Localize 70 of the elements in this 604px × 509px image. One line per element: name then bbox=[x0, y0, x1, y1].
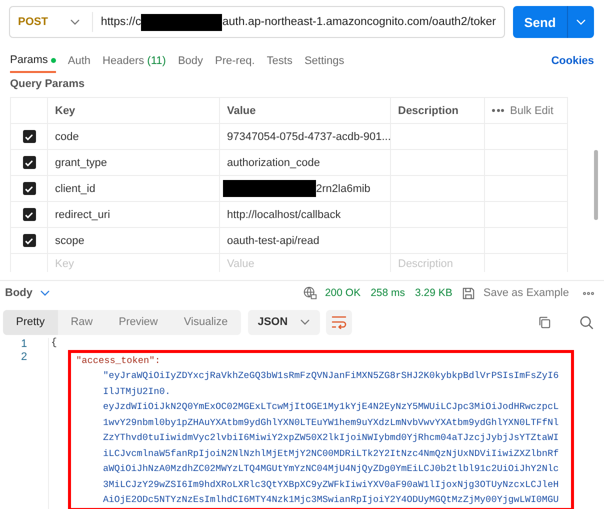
json-string: AiOjE2ODc5NTYzNzEsImlhdCI6MTY4Nzk1Mjc3MSwianRpIjoiY2Y4ODUyMGQtMzZjMy00YjgwLWI0MGU bbox=[102, 493, 559, 507]
json-string: 1wvY29nbml0by1pZHAuYXAtbm9ydGhlYXN0LTEuYW1hem9uYXdzLmNvbVwvYXAtbm9ydGhlYXN0LTFfNl bbox=[102, 416, 559, 430]
request-tab[interactable]: Headers (11) bbox=[102, 49, 166, 73]
section-title: Query Params bbox=[10, 78, 86, 90]
checkbox[interactable] bbox=[22, 234, 36, 247]
cookies-link[interactable]: Cookies bbox=[551, 55, 594, 67]
json-string: 3MiLCJzY29wZSI6Im9hdXRoLXRlc3QtYXBpXC9yZWFkIiwiYXV0aF90aW1lIjoxNjg3OTUyNzcxLCJleH bbox=[102, 478, 559, 492]
wrap-lines-button[interactable] bbox=[326, 310, 352, 334]
view-tab[interactable]: Pretty bbox=[3, 310, 58, 334]
table-cell: 2rn2la6mib bbox=[316, 182, 370, 194]
table-cell: authorization_code bbox=[227, 156, 320, 168]
column-header: Key bbox=[48, 98, 220, 123]
save-as-example-button[interactable]: Save as Example bbox=[483, 287, 569, 299]
checkbox[interactable] bbox=[22, 182, 36, 195]
json-string: ZzYThvd0tuIiwidmVyc2lvbiI6MiwiY2xpZW50X2lkIjoiNWIybmd0YjRhcm04aTJzcjJybjJsYTZtaWI bbox=[102, 431, 559, 445]
view-tab[interactable]: Visualize bbox=[170, 310, 241, 334]
table-cell: http://localhost/callback bbox=[227, 208, 341, 220]
send-button[interactable]: Send bbox=[513, 6, 567, 38]
line-number: 1 bbox=[21, 338, 28, 350]
url-field[interactable]: POST https://c auth.ap-northeast-1.amazoncognito.com/oauth2/toker bbox=[9, 6, 505, 38]
request-tab[interactable]: Tests bbox=[266, 49, 292, 73]
method-dropdown[interactable]: POST bbox=[18, 16, 80, 28]
bulk-edit-link[interactable]: Bulk Edit bbox=[510, 104, 554, 116]
request-tab[interactable]: Body bbox=[178, 49, 204, 73]
more-options-icon[interactable] bbox=[583, 292, 594, 294]
json-string: IlJTMjU2In0. bbox=[102, 384, 171, 398]
scrollbar-thumb[interactable] bbox=[594, 150, 598, 220]
more-options-icon[interactable] bbox=[492, 109, 504, 112]
request-tab[interactable]: Auth bbox=[68, 49, 91, 73]
request-tab[interactable]: Settings bbox=[304, 49, 344, 73]
json-string: aWQiOiJhNzA0MzdhZC02MWYzLTQ4MGUtYmYzNC04MjU4NjQyZDg0YmEiLCJ0b2tlbl91c2UiOiJhY2Nlc bbox=[102, 462, 559, 476]
request-tab[interactable]: Pre-req. bbox=[215, 49, 255, 73]
table-cell: grant_type bbox=[48, 150, 220, 175]
checkbox[interactable] bbox=[22, 156, 36, 169]
globe-lock-icon[interactable] bbox=[302, 286, 317, 300]
save-icon bbox=[462, 286, 476, 300]
json-string: iLCJvcmlnaW5fanRpIjoiN2NlNzhlMjEtMjY2NC00MDRiLTk2Y2ItNzc4NmQzNjUxNDViIiwiZXZlbnRf bbox=[102, 446, 559, 460]
checkbox[interactable] bbox=[22, 130, 36, 143]
response-time: 258 ms bbox=[370, 287, 406, 299]
table-cell: client_id bbox=[48, 176, 220, 201]
code-text: { bbox=[51, 338, 58, 350]
chevron-down-icon bbox=[576, 19, 586, 25]
response-body-dropdown[interactable]: Body bbox=[5, 287, 50, 299]
status-code: 200 OK bbox=[324, 287, 361, 299]
send-options-button[interactable] bbox=[567, 6, 594, 38]
chevron-down-icon bbox=[40, 290, 50, 296]
line-number: 2 bbox=[21, 351, 28, 363]
chevron-down-icon bbox=[300, 319, 310, 325]
view-tab[interactable]: Raw bbox=[58, 310, 106, 334]
table-cell: 97347054-075d-4737-acdb-901... bbox=[227, 130, 391, 142]
url-text: auth.ap-northeast-1.amazoncognito.com/oauth2/toker bbox=[222, 16, 496, 28]
table-cell: scope bbox=[48, 228, 220, 253]
json-string: eyJzdWIiOiJkN2Q0YmExOC02MGExLTcwMjItOGE1My1kYjE4N2EyNzY5MWUiLCJpc3MiOiJodHRwczpcL bbox=[102, 400, 559, 414]
column-header: Description bbox=[391, 98, 485, 123]
column-header: Value bbox=[220, 98, 391, 123]
table-cell: redirect_uri bbox=[48, 202, 220, 227]
chevron-down-icon bbox=[70, 19, 80, 25]
table-cell: code bbox=[48, 124, 220, 149]
request-tab[interactable]: Params bbox=[10, 49, 56, 73]
view-tab[interactable]: Preview bbox=[106, 310, 171, 334]
copy-icon[interactable] bbox=[538, 316, 551, 328]
format-dropdown[interactable]: JSON bbox=[248, 310, 320, 334]
response-size: 3.29 KB bbox=[415, 287, 452, 299]
url-text: https://c bbox=[100, 16, 142, 28]
wrap-lines-icon bbox=[330, 315, 347, 329]
checkbox[interactable] bbox=[22, 208, 36, 221]
json-key: "access_token": bbox=[76, 353, 571, 368]
json-string: "eyJraWQiOiIyZDYxcjRaVkhZeGQ3bW1sRmFzQVNJanFiMXN5ZG8rSHJ2K0kybkpBdlVrPSIsImFsZyI6 bbox=[102, 369, 559, 383]
table-cell: oauth-test-api/read bbox=[227, 234, 320, 246]
search-icon[interactable] bbox=[579, 314, 594, 330]
